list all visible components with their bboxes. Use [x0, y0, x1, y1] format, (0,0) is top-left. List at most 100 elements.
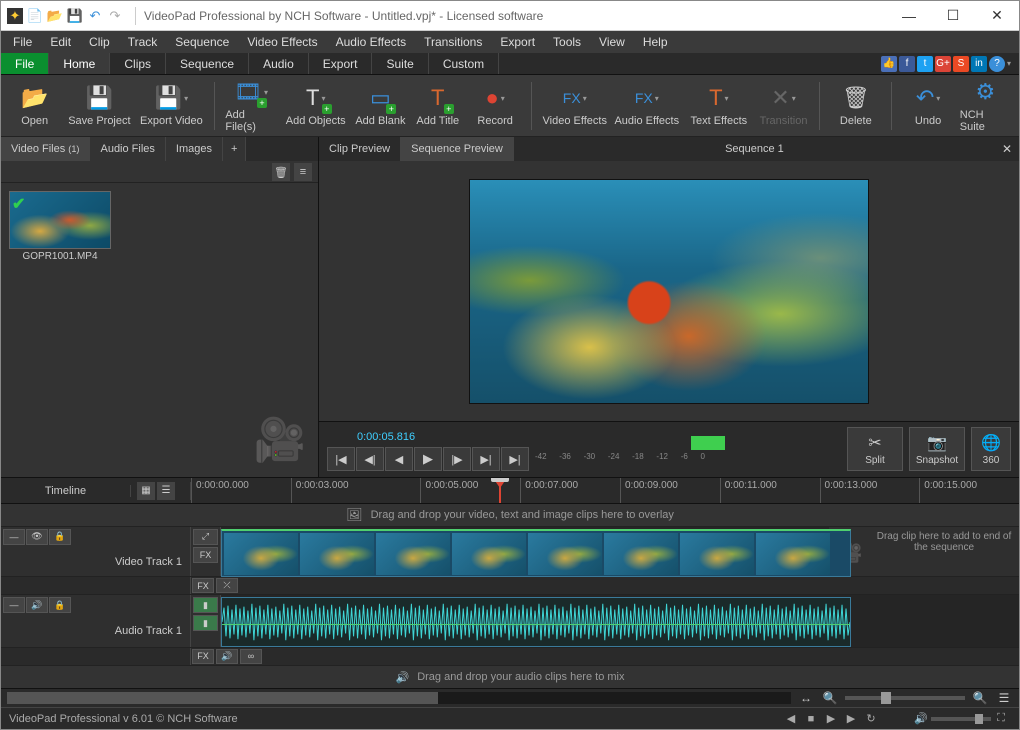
record-button[interactable]: ●▾Record — [469, 78, 520, 134]
status-prev-icon[interactable]: ◀ — [781, 712, 801, 725]
video-clip[interactable] — [221, 529, 851, 577]
add-title-button[interactable]: T+Add Title — [412, 78, 463, 134]
status-expand-icon[interactable]: ⛶ — [991, 712, 1011, 725]
ribbon-tab-custom[interactable]: Custom — [429, 53, 499, 74]
bin-tab-images[interactable]: Images — [166, 137, 223, 161]
menu-tools[interactable]: Tools — [545, 33, 589, 51]
video-effects-button[interactable]: FX▾Video Effects — [542, 78, 608, 134]
stumble-icon[interactable]: S — [953, 56, 969, 72]
facebook-icon[interactable]: f — [899, 56, 915, 72]
preview-viewport[interactable] — [319, 161, 1019, 421]
zoom-in-icon[interactable]: 🔍 — [971, 691, 989, 705]
preview-tab-sequence[interactable]: Sequence Preview — [401, 137, 514, 161]
redo-icon[interactable]: ↷ — [107, 8, 123, 24]
menu-clip[interactable]: Clip — [81, 33, 118, 51]
status-stop-icon[interactable]: ■ — [801, 713, 821, 725]
status-volume-icon[interactable]: 🔊 — [911, 712, 931, 725]
prev-frame-button[interactable]: ◀| — [356, 447, 384, 471]
status-next-icon[interactable]: ▶ — [841, 712, 861, 725]
ribbon-tab-audio[interactable]: Audio — [249, 53, 309, 74]
open-icon[interactable]: 📂 — [47, 8, 63, 24]
bin-list-view-button[interactable]: ≡ — [294, 163, 312, 181]
ribbon-tab-file[interactable]: File — [1, 53, 49, 74]
timeline-view-1[interactable]: ▦ — [137, 482, 155, 500]
bin-delete-button[interactable]: 🗑 — [272, 163, 290, 181]
audio-clip-link[interactable]: ∞ — [240, 649, 262, 664]
add-blank-button[interactable]: ▭+Add Blank — [355, 78, 406, 134]
video-clip-fx[interactable]: FX — [192, 578, 214, 593]
add-objects-button[interactable]: T+▾Add Objects — [283, 78, 349, 134]
ribbon-tab-sequence[interactable]: Sequence — [166, 53, 249, 74]
video-track-lock[interactable]: 🔒 — [49, 529, 71, 545]
minimize-button[interactable]: — — [887, 1, 931, 31]
nch-suite-button[interactable]: ⚙NCH Suite — [960, 78, 1011, 134]
play-button[interactable]: ▶ — [414, 447, 442, 471]
menu-video-effects[interactable]: Video Effects — [239, 33, 325, 51]
close-button[interactable]: ✕ — [975, 1, 1019, 31]
ribbon-tab-suite[interactable]: Suite — [372, 53, 428, 74]
split-button[interactable]: ✂Split — [847, 427, 903, 471]
video-fx-slot1[interactable]: ⤢ — [193, 529, 218, 545]
menu-file[interactable]: File — [5, 33, 40, 51]
timeline-ruler[interactable]: 0:00:00.000 0:00:03.000 0:00:05.000 0:00… — [191, 478, 1019, 503]
next-frame-button[interactable]: ▶| — [472, 447, 500, 471]
timeline-menu-icon[interactable]: ☰ — [995, 691, 1013, 705]
help-icon[interactable]: ? — [989, 56, 1005, 72]
rewind-button[interactable]: ◀ — [385, 447, 413, 471]
video-fx-slot2[interactable]: FX — [193, 547, 218, 563]
menu-transitions[interactable]: Transitions — [416, 33, 490, 51]
audio-vol-slot[interactable]: ▮ — [193, 597, 218, 613]
volume-slider[interactable] — [931, 717, 991, 721]
fast-forward-button[interactable]: |▶ — [443, 447, 471, 471]
go-start-button[interactable]: |◀ — [327, 447, 355, 471]
zoom-out-icon[interactable]: 🔍 — [821, 691, 839, 705]
twitter-icon[interactable]: t — [917, 56, 933, 72]
audio-track-collapse[interactable]: — — [3, 597, 25, 613]
audio-clip[interactable] — [221, 597, 851, 647]
save-icon[interactable]: 💾 — [67, 8, 83, 24]
video-track-visible[interactable]: 👁 — [26, 529, 48, 545]
snapshot-button[interactable]: 📷Snapshot — [909, 427, 965, 471]
menu-audio-effects[interactable]: Audio Effects — [328, 33, 415, 51]
go-end-button[interactable]: ▶| — [501, 447, 529, 471]
delete-button[interactable]: 🗑Delete — [830, 78, 881, 134]
like-icon[interactable]: 👍 — [881, 56, 897, 72]
overlay-drop-zone[interactable]: 🖼 Drag and drop your video, text and ima… — [1, 504, 1019, 527]
bin-tab-audio[interactable]: Audio Files — [90, 137, 165, 161]
status-loop-icon[interactable]: ↻ — [861, 712, 881, 725]
audio-clip-fx[interactable]: FX — [192, 649, 214, 664]
playhead[interactable] — [499, 478, 501, 503]
preview-tab-clip[interactable]: Clip Preview — [319, 137, 401, 161]
ribbon-tab-home[interactable]: Home — [49, 53, 110, 74]
undo-button[interactable]: ↶▾Undo — [902, 78, 953, 134]
video-clip-trans[interactable]: ⤫ — [216, 578, 238, 593]
audio-vol-slot2[interactable]: ▮ — [193, 615, 218, 631]
menu-help[interactable]: Help — [635, 33, 676, 51]
zoom-slider[interactable] — [845, 696, 965, 700]
help-dropdown-icon[interactable]: ▾ — [1007, 59, 1011, 68]
360-button[interactable]: 🌐360 — [971, 427, 1011, 471]
text-effects-button[interactable]: T▾Text Effects — [686, 78, 752, 134]
fit-width-icon[interactable]: ↔ — [797, 691, 815, 705]
ribbon-tab-clips[interactable]: Clips — [110, 53, 166, 74]
ribbon-tab-export[interactable]: Export — [309, 53, 373, 74]
menu-edit[interactable]: Edit — [42, 33, 79, 51]
new-icon[interactable]: 📄 — [27, 8, 43, 24]
bin-tab-video[interactable]: Video Files (1) — [1, 137, 90, 161]
add-files-button[interactable]: 🎞+▾Add File(s) — [225, 78, 276, 134]
video-track-collapse[interactable]: — — [3, 529, 25, 545]
undo-icon[interactable]: ↶ — [87, 8, 103, 24]
clip-thumbnail[interactable]: ✔ GOPR1001.MP4 — [9, 191, 111, 262]
audio-clip-vol[interactable]: 🔊 — [216, 649, 238, 664]
audio-track-lock[interactable]: 🔒 — [49, 597, 71, 613]
menu-track[interactable]: Track — [120, 33, 166, 51]
audio-effects-button[interactable]: FX▾Audio Effects — [614, 78, 680, 134]
end-drop-hint[interactable]: Drag clip here to add to end of the sequ… — [869, 527, 1019, 577]
timeline-view-2[interactable]: ☰ — [157, 482, 175, 500]
menu-sequence[interactable]: Sequence — [167, 33, 237, 51]
maximize-button[interactable]: ☐ — [931, 1, 975, 31]
bin-tab-add[interactable]: + — [223, 137, 246, 161]
linkedin-icon[interactable]: in — [971, 56, 987, 72]
export-video-button[interactable]: 💾▾Export Video — [138, 78, 204, 134]
mix-drop-zone[interactable]: 🔊 Drag and drop your audio clips here to… — [1, 666, 1019, 688]
